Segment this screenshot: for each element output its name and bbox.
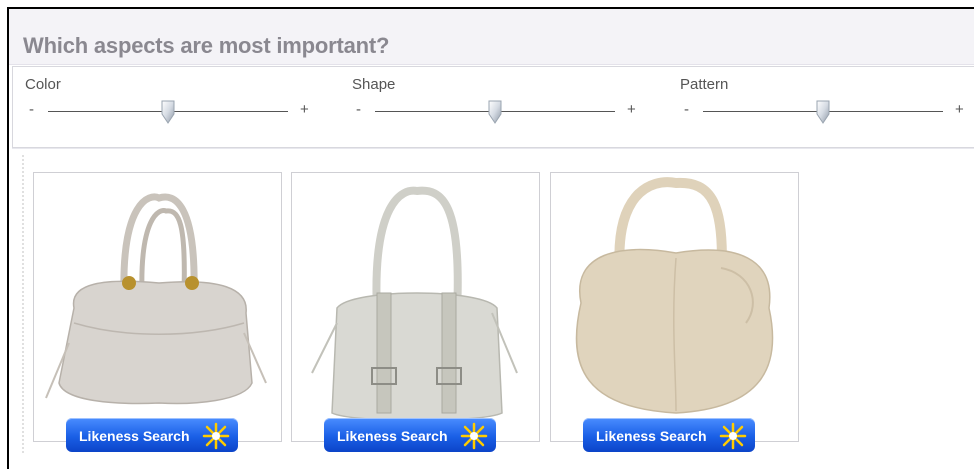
pattern-slider-group: Pattern - + [680, 67, 974, 145]
color-slider-thumb[interactable] [160, 100, 176, 124]
color-decrease-button[interactable]: - [29, 101, 34, 118]
product-card[interactable] [550, 172, 799, 442]
handbag-image[interactable] [551, 173, 798, 433]
shape-slider-label: Shape [352, 76, 396, 93]
slider-panel: Color - + Shape - + Pattern - + [12, 66, 974, 148]
product-card[interactable] [33, 172, 282, 442]
sparkle-icon [202, 422, 230, 450]
likeness-search-label: Likeness Search [337, 428, 448, 444]
pattern-slider-thumb[interactable] [815, 100, 831, 124]
handbag-image[interactable] [34, 173, 281, 433]
handbag-image[interactable] [292, 173, 539, 433]
likeness-search-label: Likeness Search [596, 428, 707, 444]
pattern-decrease-button[interactable]: - [684, 101, 689, 118]
pattern-increase-button[interactable]: + [955, 101, 964, 118]
shape-decrease-button[interactable]: - [356, 101, 361, 118]
likeness-search-button[interactable]: Likeness Search [324, 418, 496, 452]
likeness-search-button[interactable]: Likeness Search [583, 418, 755, 452]
sparkle-icon [460, 422, 488, 450]
shape-slider-thumb[interactable] [487, 100, 503, 124]
color-slider-group: Color - + [25, 67, 325, 145]
shape-increase-button[interactable]: + [627, 101, 636, 118]
aspects-header: Which aspects are most important? [9, 9, 974, 65]
shape-slider-group: Shape - + [352, 67, 652, 145]
page-title: Which aspects are most important? [23, 33, 390, 58]
likeness-search-label: Likeness Search [79, 428, 190, 444]
product-card[interactable] [291, 172, 540, 442]
color-slider-label: Color [25, 76, 61, 93]
likeness-search-button[interactable]: Likeness Search [66, 418, 238, 452]
sparkle-icon [719, 422, 747, 450]
color-increase-button[interactable]: + [300, 101, 309, 118]
pattern-slider-label: Pattern [680, 76, 729, 93]
results-divider [22, 155, 24, 455]
